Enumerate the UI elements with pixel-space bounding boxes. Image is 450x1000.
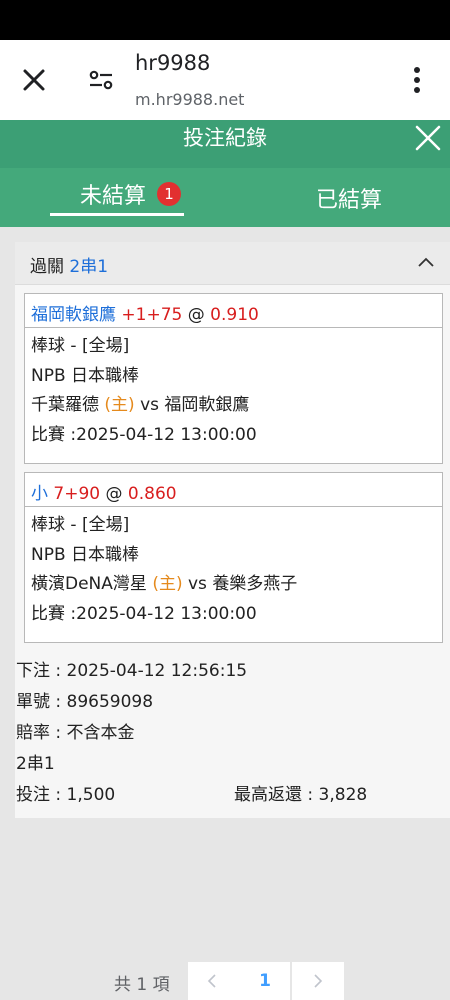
home-team: 橫濱DeNA灣星 — [31, 574, 147, 594]
tab-unsettled-label: 未結算 — [80, 184, 147, 209]
status-bar — [0, 0, 450, 40]
chevron-right-icon — [314, 974, 323, 988]
vs-label: vs — [187, 574, 207, 594]
max-return: 最高返還 : 3,828 — [234, 785, 368, 805]
stake-row: 投注 : 1,500 最高返還 : 3,828 — [16, 780, 416, 811]
more-vert-icon[interactable] — [410, 66, 424, 94]
leg-pick: 小 7+90 @ 0.860 — [25, 473, 442, 507]
bet-summary: 下注 : 2025-04-12 12:56:15 單號 : 89659098 賠… — [16, 656, 416, 811]
bet-leg: 小 7+90 @ 0.860 棒球 - [全場] NPB 日本職棒 橫濱DeNA… — [24, 472, 443, 643]
pick-odds: 0.860 — [127, 484, 177, 504]
leg-match-time: 比賽 :2025-04-12 13:00:00 — [31, 603, 257, 624]
leg-pick: 福岡軟銀鷹 +1+75 @ 0.910 — [25, 294, 442, 328]
pick-line: +1+75 — [121, 305, 183, 325]
leg-league: NPB 日本職棒 — [31, 365, 140, 386]
leg-details: 棒球 - [全場] NPB 日本職棒 橫濱DeNA灣星 (主) vs 養樂多燕子… — [25, 507, 442, 629]
order-number: 單號 : 89659098 — [16, 692, 154, 712]
page-header: 投注紀錄 — [0, 120, 450, 168]
page-title: 投注紀錄 — [183, 126, 267, 150]
bet-type-label: 過關 — [30, 257, 64, 277]
leg-match-time: 比賽 :2025-04-12 13:00:00 — [31, 424, 257, 445]
pick-at: @ — [187, 305, 205, 325]
vs-label: vs — [140, 395, 159, 415]
leg-matchup: 千葉羅德 (主) vs 福岡軟銀鷹 — [31, 391, 442, 421]
next-page-button[interactable] — [292, 962, 344, 1000]
bet-card-header[interactable]: 過關 2串1 — [15, 242, 450, 285]
site-url[interactable]: m.hr9988.net — [135, 90, 244, 109]
bet-leg: 福岡軟銀鷹 +1+75 @ 0.910 棒球 - [全場] NPB 日本職棒 千… — [24, 293, 443, 464]
pick-odds: 0.910 — [210, 305, 259, 325]
close-icon[interactable] — [20, 66, 48, 94]
site-settings-icon[interactable] — [88, 68, 114, 92]
leg-league: NPB 日本職棒 — [31, 544, 140, 565]
leg-sport: 棒球 - [全場] — [31, 515, 130, 535]
chevron-up-icon[interactable] — [417, 254, 435, 272]
away-team: 養樂多燕子 — [212, 574, 298, 594]
away-team: 福岡軟銀鷹 — [164, 395, 250, 415]
pick-team: 小 — [31, 484, 48, 504]
unsettled-count-badge: 1 — [157, 182, 181, 206]
prev-page-button[interactable] — [188, 962, 240, 1000]
modal-close-icon[interactable] — [414, 124, 442, 152]
bet-time: 下注 : 2025-04-12 12:56:15 — [16, 661, 248, 681]
page-number-current[interactable]: 1 — [240, 962, 290, 1000]
home-tag: (主) — [104, 395, 135, 415]
pick-line: 7+90 — [53, 484, 101, 504]
leg-matchup: 橫濱DeNA灣星 (主) vs 養樂多燕子 — [31, 570, 442, 600]
browser-toolbar: hr9988 m.hr9988.net — [0, 40, 450, 120]
odds-type: 賠率 : 不含本金 — [16, 723, 135, 743]
pagination: 共 1 項 1 — [0, 962, 450, 1000]
site-host[interactable]: hr9988 — [135, 51, 210, 75]
pick-at: @ — [105, 484, 123, 504]
total-count: 共 1 項 — [114, 975, 170, 995]
stake-amount: 投注 : 1,500 — [16, 785, 116, 805]
leg-sport: 棒球 - [全場] — [31, 336, 130, 356]
leg-details: 棒球 - [全場] NPB 日本職棒 千葉羅德 (主) vs 福岡軟銀鷹 比賽 … — [25, 328, 442, 450]
home-team: 千葉羅德 — [31, 395, 99, 415]
chevron-left-icon — [207, 974, 216, 988]
combo-type: 2串1 — [16, 754, 55, 774]
bet-type: 過關 2串1 — [30, 252, 108, 277]
tab-bar: 未結算 1 已結算 — [0, 168, 450, 227]
home-tag: (主) — [152, 574, 183, 594]
tab-unsettled[interactable]: 未結算 1 — [50, 168, 184, 227]
bet-type-value: 2串1 — [69, 257, 109, 277]
active-tab-indicator — [50, 213, 184, 216]
pick-team: 福岡軟銀鷹 — [31, 305, 116, 325]
tab-settled-label: 已結算 — [316, 188, 383, 213]
tab-settled[interactable]: 已結算 — [300, 168, 400, 227]
